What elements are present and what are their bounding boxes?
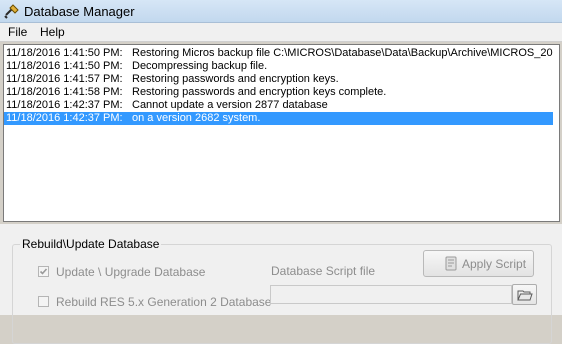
rebuild-group-title: Rebuild\Update Database [20,237,162,251]
log-row-selected[interactable]: 11/18/2016 1:42:37 PM: on a version 2682… [4,112,553,125]
log-timestamp: 11/18/2016 1:41:50 PM: [6,47,123,59]
menu-help[interactable]: Help [39,25,66,39]
rebuild-panel: Rebuild\Update Database Update \ Upgrade… [0,224,562,344]
log-message: Restoring passwords and encryption keys … [132,86,387,98]
log-message: Restoring passwords and encryption keys. [132,73,339,85]
log-message: Restoring Micros backup file C:\MICROS\D… [132,47,553,59]
app-icon [4,4,19,19]
title-bar: Database Manager [0,0,562,23]
log-row[interactable]: 11/18/2016 1:41:57 PM: Restoring passwor… [4,73,553,86]
log-row[interactable]: 11/18/2016 1:41:58 PM: Restoring passwor… [4,86,553,99]
browse-button[interactable] [512,284,537,305]
log-row[interactable]: 11/18/2016 1:42:37 PM: Cannot update a v… [4,99,553,112]
rebuild-res-checkbox[interactable] [38,296,49,307]
log-timestamp: 11/18/2016 1:41:50 PM: [6,60,123,72]
log-timestamp: 11/18/2016 1:42:37 PM: [6,99,123,111]
log-message: on a version 2682 system. [132,112,261,124]
folder-open-icon [517,290,533,301]
rebuild-res-label: Rebuild RES 5.x Generation 2 Database [56,295,272,309]
log-list[interactable]: 11/18/2016 1:41:50 PM: Restoring Micros … [3,44,560,222]
log-message: Decompressing backup file. [132,60,268,72]
script-file-input[interactable] [270,285,512,304]
update-upgrade-label: Update \ Upgrade Database [56,265,206,279]
menu-file[interactable]: File [7,25,28,39]
log-timestamp: 11/18/2016 1:41:58 PM: [6,86,123,98]
checkmark-icon [39,268,48,275]
script-file-label: Database Script file [271,264,376,278]
apply-script-label: Apply Script [462,257,527,271]
log-timestamp: 11/18/2016 1:41:57 PM: [6,73,123,85]
log-row[interactable]: 11/18/2016 1:41:50 PM: Decompressing bac… [4,60,553,73]
window-title: Database Manager [24,4,135,19]
log-row[interactable]: 11/18/2016 1:41:50 PM: Restoring Micros … [4,47,553,60]
log-timestamp: 11/18/2016 1:42:37 PM: [6,112,123,124]
menu-bar: File Help [0,23,562,42]
script-icon [445,256,457,271]
log-message: Cannot update a version 2877 database [132,99,328,111]
apply-script-button[interactable]: Apply Script [423,250,534,277]
update-upgrade-checkbox[interactable] [38,266,49,277]
